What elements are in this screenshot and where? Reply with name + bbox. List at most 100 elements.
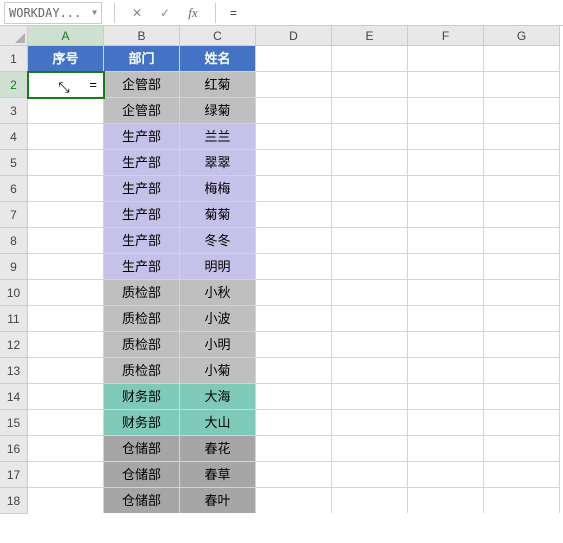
row-header-7[interactable]: 7 bbox=[0, 202, 28, 228]
row-header-9[interactable]: 9 bbox=[0, 254, 28, 280]
cell-B13[interactable]: 质检部 bbox=[104, 358, 180, 384]
cell-B14[interactable]: 财务部 bbox=[104, 384, 180, 410]
cell-B4[interactable]: 生产部 bbox=[104, 124, 180, 150]
cell-D18[interactable] bbox=[256, 488, 332, 513]
cell-F3[interactable] bbox=[408, 98, 484, 124]
cell-A9[interactable] bbox=[28, 254, 104, 280]
cell-F5[interactable] bbox=[408, 150, 484, 176]
cell-F7[interactable] bbox=[408, 202, 484, 228]
cell-B2[interactable]: 企管部 bbox=[104, 72, 180, 98]
cell-F10[interactable] bbox=[408, 280, 484, 306]
cell-C15[interactable]: 大山 bbox=[180, 410, 256, 436]
cell-E12[interactable] bbox=[332, 332, 408, 358]
col-header-C[interactable]: C bbox=[180, 26, 256, 46]
cell-A2[interactable]: =⤡ bbox=[28, 72, 104, 98]
cell-F16[interactable] bbox=[408, 436, 484, 462]
cell-B7[interactable]: 生产部 bbox=[104, 202, 180, 228]
cell-F18[interactable] bbox=[408, 488, 484, 513]
col-header-A[interactable]: A bbox=[28, 26, 104, 46]
cell-B8[interactable]: 生产部 bbox=[104, 228, 180, 254]
cell-E11[interactable] bbox=[332, 306, 408, 332]
cell-A7[interactable] bbox=[28, 202, 104, 228]
cell-F8[interactable] bbox=[408, 228, 484, 254]
col-header-D[interactable]: D bbox=[256, 26, 332, 46]
cell-F9[interactable] bbox=[408, 254, 484, 280]
row-header-15[interactable]: 15 bbox=[0, 410, 28, 436]
cell-A10[interactable] bbox=[28, 280, 104, 306]
cell-G12[interactable] bbox=[484, 332, 560, 358]
row-header-2[interactable]: 2 bbox=[0, 72, 28, 98]
cell-D3[interactable] bbox=[256, 98, 332, 124]
cell-G2[interactable] bbox=[484, 72, 560, 98]
col-header-G[interactable]: G bbox=[484, 26, 560, 46]
cell-D8[interactable] bbox=[256, 228, 332, 254]
cell-C7[interactable]: 菊菊 bbox=[180, 202, 256, 228]
cell-C16[interactable]: 春花 bbox=[180, 436, 256, 462]
cell-A18[interactable] bbox=[28, 488, 104, 513]
cell-F12[interactable] bbox=[408, 332, 484, 358]
cell-F4[interactable] bbox=[408, 124, 484, 150]
cell-B5[interactable]: 生产部 bbox=[104, 150, 180, 176]
cell-D11[interactable] bbox=[256, 306, 332, 332]
cell-G17[interactable] bbox=[484, 462, 560, 488]
cell-E15[interactable] bbox=[332, 410, 408, 436]
cell-E7[interactable] bbox=[332, 202, 408, 228]
cell-G13[interactable] bbox=[484, 358, 560, 384]
cell-E14[interactable] bbox=[332, 384, 408, 410]
cancel-icon[interactable]: ✕ bbox=[127, 3, 147, 23]
cell-F1[interactable] bbox=[408, 46, 484, 72]
cell-F17[interactable] bbox=[408, 462, 484, 488]
cell-A13[interactable] bbox=[28, 358, 104, 384]
row-header-3[interactable]: 3 bbox=[0, 98, 28, 124]
cell-E1[interactable] bbox=[332, 46, 408, 72]
cell-F2[interactable] bbox=[408, 72, 484, 98]
cell-E16[interactable] bbox=[332, 436, 408, 462]
cell-G16[interactable] bbox=[484, 436, 560, 462]
cell-A17[interactable] bbox=[28, 462, 104, 488]
cell-E10[interactable] bbox=[332, 280, 408, 306]
cell-G6[interactable] bbox=[484, 176, 560, 202]
cell-C2[interactable]: 红菊 bbox=[180, 72, 256, 98]
cell-A11[interactable] bbox=[28, 306, 104, 332]
row-header-10[interactable]: 10 bbox=[0, 280, 28, 306]
cell-F11[interactable] bbox=[408, 306, 484, 332]
cell-E13[interactable] bbox=[332, 358, 408, 384]
chevron-down-icon[interactable]: ▼ bbox=[92, 8, 97, 17]
cell-C10[interactable]: 小秋 bbox=[180, 280, 256, 306]
cell-C6[interactable]: 梅梅 bbox=[180, 176, 256, 202]
cell-B9[interactable]: 生产部 bbox=[104, 254, 180, 280]
cell-G5[interactable] bbox=[484, 150, 560, 176]
cell-C9[interactable]: 明明 bbox=[180, 254, 256, 280]
cell-C17[interactable]: 春草 bbox=[180, 462, 256, 488]
cell-A1[interactable]: 序号 bbox=[28, 46, 104, 72]
cell-G14[interactable] bbox=[484, 384, 560, 410]
name-box[interactable]: WORKDAY... ▼ bbox=[4, 2, 102, 24]
fx-icon[interactable]: fx bbox=[183, 3, 203, 23]
cell-D7[interactable] bbox=[256, 202, 332, 228]
col-header-B[interactable]: B bbox=[104, 26, 180, 46]
row-header-6[interactable]: 6 bbox=[0, 176, 28, 202]
cell-G3[interactable] bbox=[484, 98, 560, 124]
cell-A8[interactable] bbox=[28, 228, 104, 254]
cell-D2[interactable] bbox=[256, 72, 332, 98]
row-header-13[interactable]: 13 bbox=[0, 358, 28, 384]
cell-A5[interactable] bbox=[28, 150, 104, 176]
cell-A16[interactable] bbox=[28, 436, 104, 462]
cell-E17[interactable] bbox=[332, 462, 408, 488]
row-header-5[interactable]: 5 bbox=[0, 150, 28, 176]
cells-area[interactable]: 序号部门姓名=⤡企管部红菊企管部绿菊生产部兰兰生产部翠翠生产部梅梅生产部菊菊生产… bbox=[28, 46, 560, 514]
row-header-8[interactable]: 8 bbox=[0, 228, 28, 254]
row-header-12[interactable]: 12 bbox=[0, 332, 28, 358]
cell-G10[interactable] bbox=[484, 280, 560, 306]
row-header-18[interactable]: 18 bbox=[0, 488, 28, 514]
cell-F6[interactable] bbox=[408, 176, 484, 202]
row-header-14[interactable]: 14 bbox=[0, 384, 28, 410]
col-header-F[interactable]: F bbox=[408, 26, 484, 46]
cell-B3[interactable]: 企管部 bbox=[104, 98, 180, 124]
cell-B6[interactable]: 生产部 bbox=[104, 176, 180, 202]
cell-G11[interactable] bbox=[484, 306, 560, 332]
cell-E5[interactable] bbox=[332, 150, 408, 176]
cell-E4[interactable] bbox=[332, 124, 408, 150]
cell-A3[interactable] bbox=[28, 98, 104, 124]
cell-G8[interactable] bbox=[484, 228, 560, 254]
